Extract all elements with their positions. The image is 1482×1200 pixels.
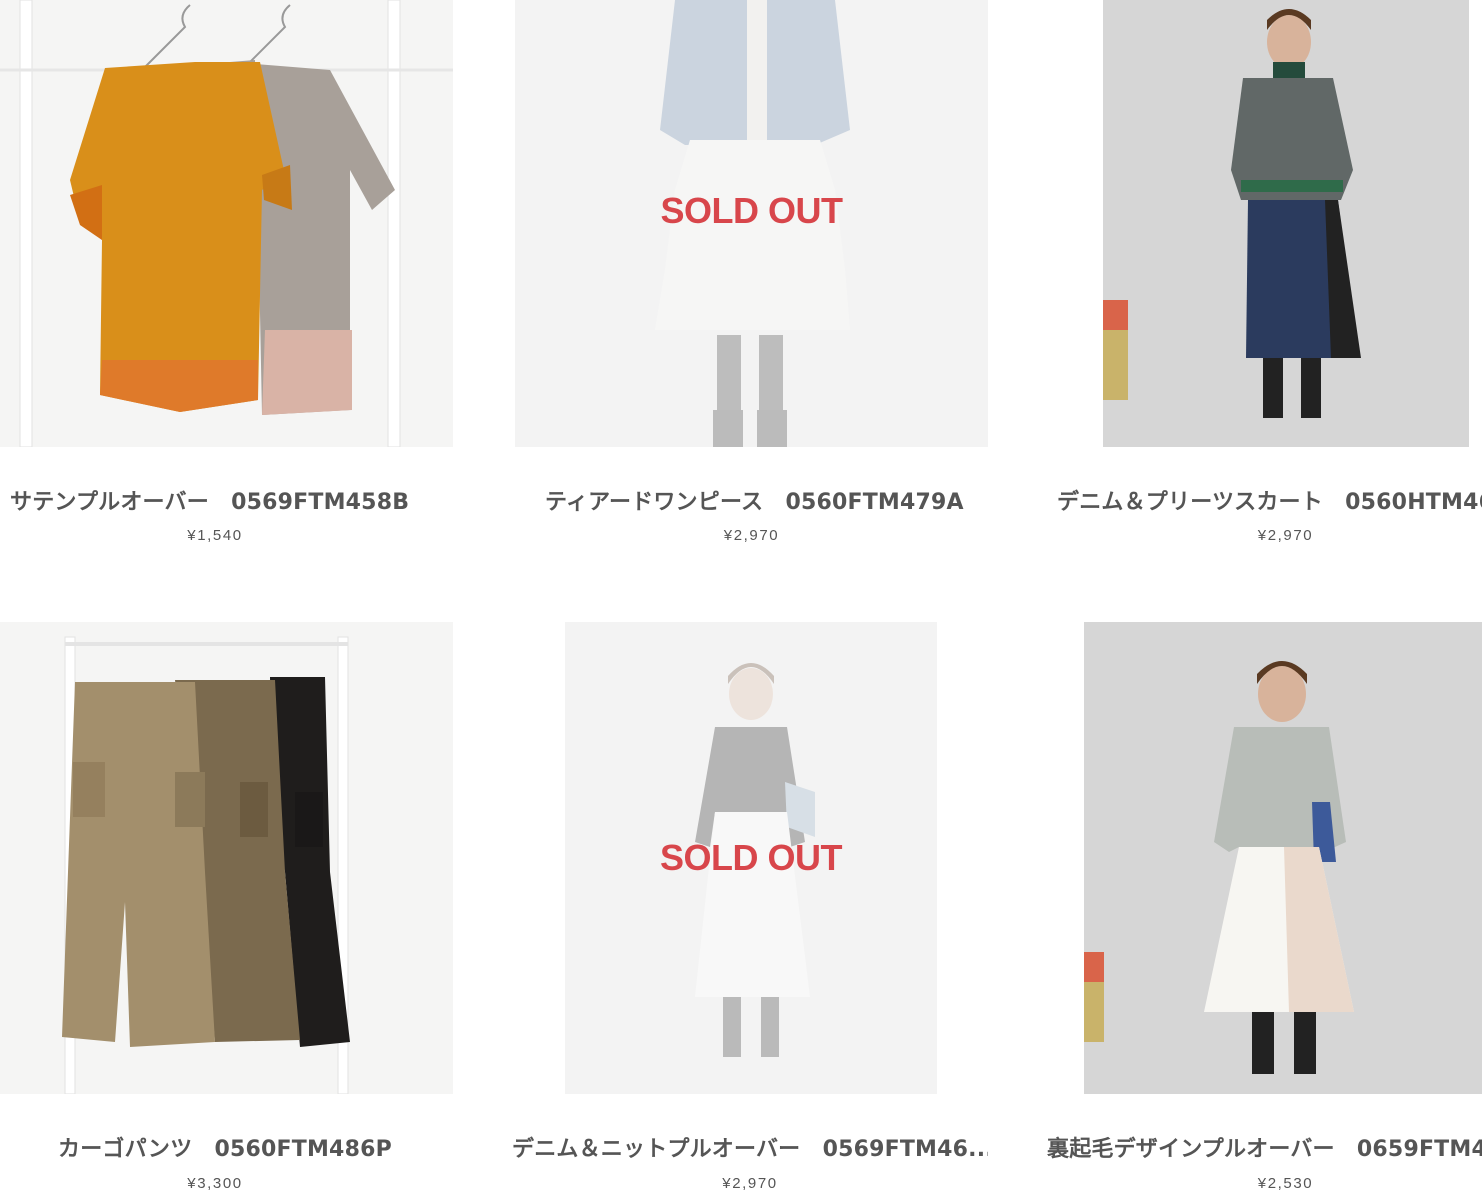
product-image[interactable]: SOLD OUT (515, 0, 988, 447)
satin-tops-illustration (0, 0, 453, 447)
product-name[interactable]: デニム＆プリーツスカート 0560HTM46 (1057, 484, 1482, 516)
grey-pullover-model-illustration (1084, 622, 1482, 1094)
product-card[interactable]: SOLD OUT デニム＆ニットプルオーバー 0569FTM46... ¥2,9… (512, 622, 988, 1200)
product-image[interactable]: SOLD OUT (565, 622, 937, 1094)
denim-skirt-model-illustration (1103, 0, 1469, 447)
product-price: ¥2,970 (723, 527, 780, 544)
product-name[interactable]: サテンプルオーバー 0569FTM458B (10, 484, 453, 516)
product-price: ¥3,300 (187, 1175, 243, 1192)
product-price: ¥2,970 (722, 1175, 778, 1192)
product-image[interactable] (0, 622, 453, 1094)
cargo-pants-illustration (0, 622, 453, 1094)
product-card[interactable]: カーゴパンツ 0560FTM486P ¥3,300 (0, 622, 453, 1200)
product-name[interactable]: デニム＆ニットプルオーバー 0569FTM46... (512, 1131, 988, 1163)
product-card[interactable]: デニム＆プリーツスカート 0560HTM46 ¥2,970 (1042, 0, 1482, 560)
product-price: ¥2,970 (1257, 527, 1314, 544)
product-grid: サテンプルオーバー 0569FTM458B ¥1,540 SOLD OUT ティ… (0, 0, 1482, 1200)
product-image[interactable] (1084, 622, 1482, 1094)
product-image[interactable] (0, 0, 453, 447)
product-name[interactable]: ティアードワンピース 0560FTM479A (545, 484, 988, 516)
sold-out-badge: SOLD OUT (660, 190, 844, 231)
product-image[interactable] (1103, 0, 1469, 447)
product-name[interactable]: カーゴパンツ 0560FTM486P (58, 1131, 453, 1163)
product-card[interactable]: SOLD OUT ティアードワンピース 0560FTM479A ¥2,970 (515, 0, 988, 560)
product-card[interactable]: 裏起毛デザインプルオーバー 0659FTM4 ¥2,530 (1042, 622, 1482, 1200)
product-card[interactable]: サテンプルオーバー 0569FTM458B ¥1,540 (0, 0, 453, 560)
product-price: ¥2,530 (1257, 1175, 1314, 1192)
sold-out-badge: SOLD OUT (660, 837, 843, 878)
product-name[interactable]: 裏起毛デザインプルオーバー 0659FTM4 (1047, 1131, 1482, 1163)
product-price: ¥1,540 (187, 527, 243, 544)
